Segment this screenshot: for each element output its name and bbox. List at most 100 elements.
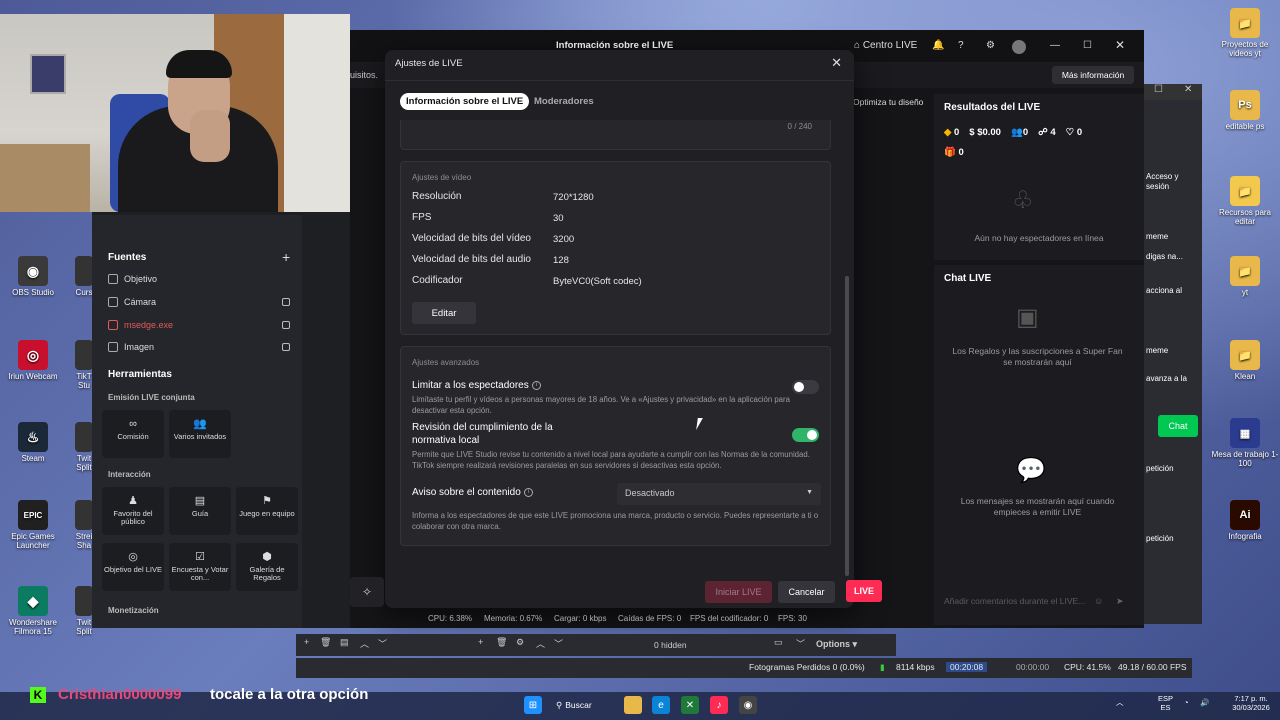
lock-icon[interactable] — [282, 321, 290, 329]
desktop-icon[interactable]: 📁 yt — [1210, 256, 1280, 297]
limit-viewers-toggle[interactable] — [792, 380, 819, 394]
desktop-icon[interactable]: Ps editable ps — [1210, 90, 1280, 131]
bell-icon[interactable]: 🔔 — [932, 40, 944, 51]
desktop-icon[interactable]: 📁 Recursos para editar — [1210, 176, 1280, 226]
strip-item[interactable]: Acceso y sesión — [1144, 172, 1202, 191]
lock-icon[interactable] — [282, 298, 290, 306]
app-icon: 📁 — [1230, 340, 1260, 370]
info-icon[interactable]: i — [531, 380, 541, 390]
chevron-up-icon[interactable]: ︿ — [536, 637, 545, 650]
desktop-icon[interactable]: ◎ Iriun Webcam — [0, 340, 68, 381]
close-icon[interactable]: ✕ — [1115, 38, 1125, 52]
gifts-stat: 🎁 0 — [944, 147, 964, 158]
content-notice-select[interactable]: Desactivado ▼ — [617, 483, 821, 505]
strip-item[interactable]: petición — [1144, 464, 1202, 474]
tab-moderators[interactable]: Moderadores — [528, 93, 600, 110]
chat-button[interactable]: Chat — [1158, 415, 1198, 437]
source-item-imagen[interactable]: Imagen — [108, 342, 154, 352]
desktop-icon[interactable]: EPIC Epic Games Launcher — [0, 500, 68, 550]
emoji-icon[interactable]: ☺ — [1094, 596, 1103, 606]
help-icon[interactable]: ? — [958, 40, 964, 51]
tile-favorito[interactable]: ♟ Favorito del público — [102, 487, 164, 535]
strip-item[interactable]: meme — [1144, 346, 1202, 356]
target-icon — [108, 274, 118, 284]
source-label: Cámara — [124, 297, 157, 307]
modal-scrollbar[interactable] — [845, 276, 849, 576]
options-button[interactable]: Options ▾ — [816, 639, 857, 650]
add-source-icon[interactable]: + — [282, 249, 290, 265]
close-icon[interactable]: ✕ — [831, 55, 842, 71]
minimize-icon[interactable]: — — [1050, 40, 1060, 51]
chevron-up-icon[interactable]: ︿ — [360, 637, 369, 650]
maximize-icon[interactable]: ☐ — [1154, 84, 1163, 95]
more-info-button[interactable]: Más información — [1052, 66, 1134, 84]
tile-label: Favorito del público — [113, 509, 153, 527]
close-icon[interactable]: ✕ — [1184, 84, 1192, 95]
desktop-icon[interactable]: Ai Infografia — [1210, 500, 1280, 541]
tile-encuesta[interactable]: ☑ Encuesta y Votar con... — [169, 543, 231, 591]
avatar[interactable] — [1012, 40, 1026, 54]
desktop-icon[interactable]: ♨ Steam — [0, 422, 68, 463]
source-item-objetivo[interactable]: Objetivo — [108, 274, 157, 284]
info-icon[interactable]: i — [523, 487, 533, 497]
lock-icon[interactable] — [282, 343, 290, 351]
tile-guia[interactable]: ▤ Guía — [169, 487, 231, 535]
app-icon: 📁 — [1230, 256, 1260, 286]
compliance-toggle[interactable] — [792, 428, 819, 442]
strip-item[interactable]: avanza a la — [1144, 374, 1202, 384]
tile-varios-invitados[interactable]: 👥 Varios invitados — [169, 410, 231, 458]
gear-icon[interactable]: ⚙ — [516, 637, 524, 648]
source-item-msedge[interactable]: msedge.exe — [108, 320, 173, 330]
strip-item[interactable]: petición — [1144, 534, 1202, 544]
comment-input[interactable]: Añadir comentarios durante el LIVE... — [938, 591, 1108, 611]
gear-icon[interactable]: ⚙ — [986, 40, 995, 51]
tab-live-info[interactable]: Información sobre el LIVE — [400, 93, 530, 110]
favorite-icon: ♟ — [128, 495, 138, 507]
tile-objetivo-live[interactable]: ◎ Objetivo del LIVE — [102, 543, 164, 591]
filter-icon[interactable]: ▤ — [340, 637, 349, 648]
cpu-stat: CPU: 6.38% — [428, 614, 473, 623]
edit-button[interactable]: Editar — [412, 302, 476, 324]
desktop-icon[interactable]: ◆ Wondershare Filmora 15 — [0, 586, 68, 636]
optimize-design-link[interactable]: Optimiza tu diseño — [853, 97, 923, 107]
strip-item[interactable]: acciona al — [1144, 286, 1202, 296]
chevron-down-icon[interactable]: ﹀ — [796, 637, 805, 650]
limit-viewers-description: Limítaste tu perfil y vídeos a personas … — [412, 395, 790, 415]
maximize-icon[interactable]: ☐ — [1083, 40, 1092, 51]
centro-live-label: Centro LIVE — [862, 40, 918, 51]
desktop-icon[interactable]: ▦ Mesa de trabajo 1-100 — [1210, 418, 1280, 468]
gift-box-illustration: ▣ — [1016, 304, 1039, 331]
app-icon: ◆ — [18, 586, 48, 616]
obs-stats-bar: CPU: 6.38% Memoria: 0.67% Cargar: 0 kbps… — [300, 610, 1144, 628]
strip-item[interactable]: meme — [1144, 232, 1202, 242]
tile-juego-equipo[interactable]: ⚑ Juego en equipo — [236, 487, 298, 535]
centro-live-button[interactable]: ⌂ Centro LIVE — [854, 40, 917, 51]
app-icon: Ps — [1230, 90, 1260, 120]
fps-value: 30 — [553, 213, 564, 224]
chevron-down-icon[interactable]: ﹀ — [378, 637, 387, 650]
dropped-frames: Fotogramas Perdidos 0 (0.0%) — [749, 662, 865, 672]
chevron-down-icon[interactable]: ﹀ — [554, 637, 563, 650]
tile-galeria[interactable]: ⬢ Galería de Regalos — [236, 543, 298, 591]
content-notice-text: Aviso sobre el contenido — [412, 487, 521, 498]
cancel-button[interactable]: Cancelar — [778, 581, 835, 603]
magic-wand-icon[interactable]: ✧ — [350, 577, 384, 607]
app-icon — [75, 586, 93, 616]
desktop-icon[interactable]: ◉ OBS Studio — [0, 256, 68, 297]
source-item-camara[interactable]: Cámara — [108, 297, 156, 307]
desktop-icon[interactable]: 📁 Klean — [1210, 340, 1280, 381]
layout-icon[interactable]: ▭ — [774, 637, 783, 648]
start-live-button[interactable]: Iniciar LIVE — [705, 581, 772, 603]
sources-title: Fuentes — [108, 252, 147, 263]
go-live-button[interactable]: LIVE — [846, 580, 882, 602]
trash-icon[interactable]: 🗑 — [320, 637, 331, 648]
trash-icon[interactable]: 🗑 — [496, 637, 507, 648]
add-icon[interactable]: + — [304, 637, 309, 647]
team-icon: ⚑ — [262, 495, 272, 507]
add-icon[interactable]: + — [478, 637, 483, 647]
tile-comision[interactable]: ∞ Comisión — [102, 410, 164, 458]
strip-item[interactable]: digas na... — [1144, 252, 1202, 262]
send-icon[interactable]: ➤ — [1116, 596, 1124, 607]
desktop-icon[interactable]: 📁 Proyectos de videos yt — [1210, 8, 1280, 58]
desktop-icon-label: Iriun Webcam — [8, 372, 58, 381]
